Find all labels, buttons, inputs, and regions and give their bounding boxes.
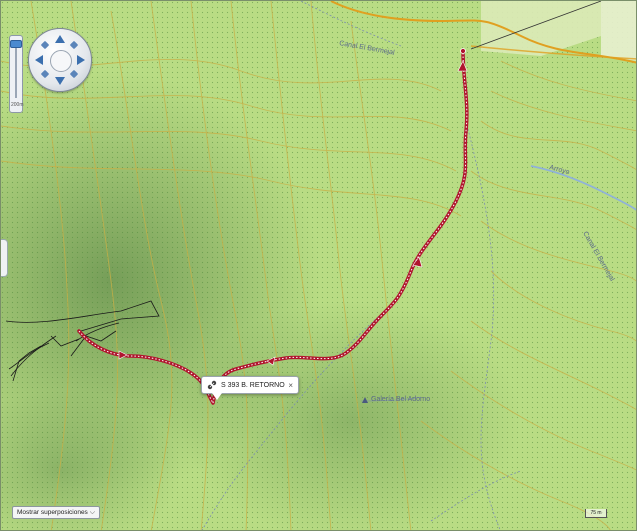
overlay-select[interactable]: Mostrar superposiciones ⌵ [12, 506, 100, 519]
popup-title: S 393 B. RETORNO [221, 381, 285, 389]
map-label-galeria: Galería Bel Adorno [371, 396, 430, 403]
pan-center-button[interactable] [50, 50, 72, 72]
topographic-map: Canal El Bermejal Canal El Bermejal Arro… [1, 1, 636, 530]
cleared-area-2 [601, 1, 636, 61]
arrow-left-icon[interactable] [35, 55, 43, 65]
map-canvas[interactable]: Canal El Bermejal Canal El Bermejal Arro… [0, 0, 637, 531]
side-panel-handle[interactable] [1, 239, 8, 277]
arrow-right-icon[interactable] [77, 55, 85, 65]
pan-up-left-button[interactable] [40, 40, 50, 50]
arrow-up-icon[interactable] [55, 35, 65, 43]
pan-down-right-button[interactable] [69, 69, 79, 79]
zoom-slider[interactable]: 200m [9, 35, 24, 113]
pan-up-right-button[interactable] [69, 40, 79, 50]
pan-control [28, 28, 92, 92]
arrow-down-icon[interactable] [55, 77, 65, 85]
track-info-popup[interactable]: S 393 B. RETORNO × [201, 376, 299, 400]
track-icon [207, 380, 217, 390]
popup-tail [212, 393, 222, 400]
close-icon[interactable]: × [288, 381, 293, 390]
track-end-point [460, 48, 466, 54]
zoom-thumb[interactable] [10, 40, 22, 48]
zoom-track[interactable] [15, 48, 17, 98]
pan-down-left-button[interactable] [40, 69, 50, 79]
chevron-down-icon: ⌵ [89, 508, 95, 516]
zoom-scale-text: 200m [11, 102, 24, 108]
scale-bar: 75 m [585, 509, 607, 518]
overlay-select-label: Mostrar superposiciones [17, 509, 88, 516]
